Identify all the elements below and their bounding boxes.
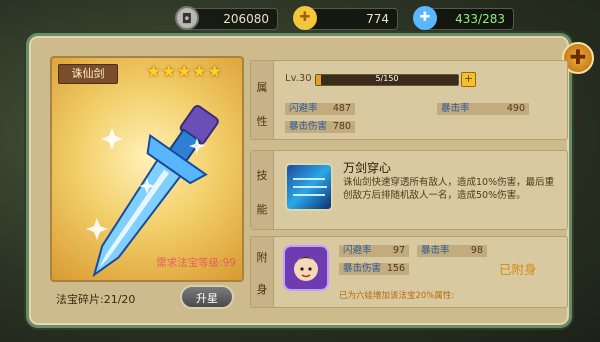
silver-coin-icon: ◘ (175, 6, 199, 30)
stamina-potion-icon: ✚ (413, 6, 437, 30)
stat-label: 闪避率 (343, 245, 372, 256)
star-icon: ★ (207, 62, 223, 82)
sword-rain-icon (293, 178, 327, 196)
skill-icon[interactable] (285, 163, 333, 211)
attach-stat-crit-rate: 暴击率 98 (417, 245, 487, 257)
stat-value: 156 (386, 263, 405, 274)
attach-stat-crit-damage: 暴击伤害 156 (339, 263, 409, 275)
stat-value: 487 (332, 103, 351, 114)
sword-illustration (86, 105, 219, 278)
weapon-level: Lv.30 (285, 73, 312, 84)
star-icon: ★ (191, 62, 207, 82)
skill-description: 诛仙剑快速穿透所有敌人，造成10%伤害，最后重创敌方后排随机敌人一名，造成50%… (343, 177, 555, 201)
stat-crit-damage: 暴击伤害 780 (285, 121, 355, 133)
skill-name: 万剑穿心 (343, 161, 392, 175)
exp-bar: 5/150 (315, 74, 459, 86)
weapon-name: 诛仙剑 (58, 64, 118, 84)
fragment-row: 法宝碎片:21/20 升星 (50, 285, 244, 313)
skill-label-top: 技 (256, 169, 268, 182)
add-exp-button[interactable]: + (461, 72, 476, 87)
gold-value: 774 (366, 12, 389, 26)
stat-value: 780 (332, 121, 351, 132)
skill-label-bottom: 能 (256, 203, 268, 216)
stat-label: 暴击率 (441, 103, 470, 114)
weapon-card: 诛仙剑 ★★★★★ 需求法宝等级:99 (50, 56, 244, 282)
coin-value: 206080 (223, 12, 269, 26)
attach-label: 附 身 (251, 237, 274, 307)
stat-value: 98 (470, 245, 483, 256)
stat-label: 暴击率 (421, 245, 450, 256)
stat-crit-rate: 暴击率 490 (437, 103, 529, 115)
attach-label-bottom: 身 (256, 283, 268, 296)
attach-section: 附 身 闪避率 97 暴击率 98 暴击伤害 156 已附身 已为六娃增加该法宝… (250, 236, 568, 308)
attach-label-top: 附 (256, 251, 268, 264)
gold-ingot-icon: ✚ (293, 6, 317, 30)
attributes-label-top: 属 (256, 81, 268, 94)
skill-section: 技 能 万剑穿心 诛仙剑快速穿透所有敌人，造成10%伤害，最后重创敌方后排随机敌… (250, 150, 568, 230)
upgrade-star-button[interactable]: 升星 (180, 285, 234, 309)
exp-text: 5/150 (375, 74, 399, 83)
stamina-value: 433/283 (455, 12, 505, 26)
stamina-counter[interactable]: ✚ 433/283 (413, 6, 514, 30)
skill-label: 技 能 (251, 151, 274, 229)
attach-description: 已为六娃增加该法宝20%属性: (339, 291, 455, 301)
stat-value: 97 (392, 245, 405, 256)
attributes-label-bottom: 性 (256, 115, 268, 128)
character-avatar[interactable] (283, 245, 329, 291)
star-rating: ★★★★★ (146, 62, 222, 82)
attributes-section: 属 性 Lv.30 5/150 + 闪避率 487 暴击率 490 暴击伤害 7… (250, 60, 568, 140)
star-icon: ★ (161, 62, 177, 82)
fragment-count: 法宝碎片:21/20 (56, 293, 136, 306)
stat-value: 490 (506, 103, 525, 114)
coin-counter: ◘ 206080 (175, 6, 278, 30)
gold-counter[interactable]: ✚ 774 (293, 6, 398, 30)
star-icon: ★ (146, 62, 162, 82)
level-requirement: 需求法宝等级:99 (156, 257, 236, 269)
attach-stat-dodge: 闪避率 97 (339, 245, 409, 257)
stat-label: 暴击伤害 (289, 121, 328, 132)
attached-status: 已附身 (499, 262, 537, 277)
character-portrait-icon (294, 257, 318, 281)
attributes-label: 属 性 (251, 61, 274, 139)
currency-bar: ◘ 206080 ✚ 774 ✚ 433/283 (175, 6, 600, 32)
stat-dodge: 闪避率 487 (285, 103, 355, 115)
stat-label: 闪避率 (289, 103, 318, 114)
stat-label: 暴击伤害 (343, 263, 382, 274)
star-icon: ★ (176, 62, 192, 82)
